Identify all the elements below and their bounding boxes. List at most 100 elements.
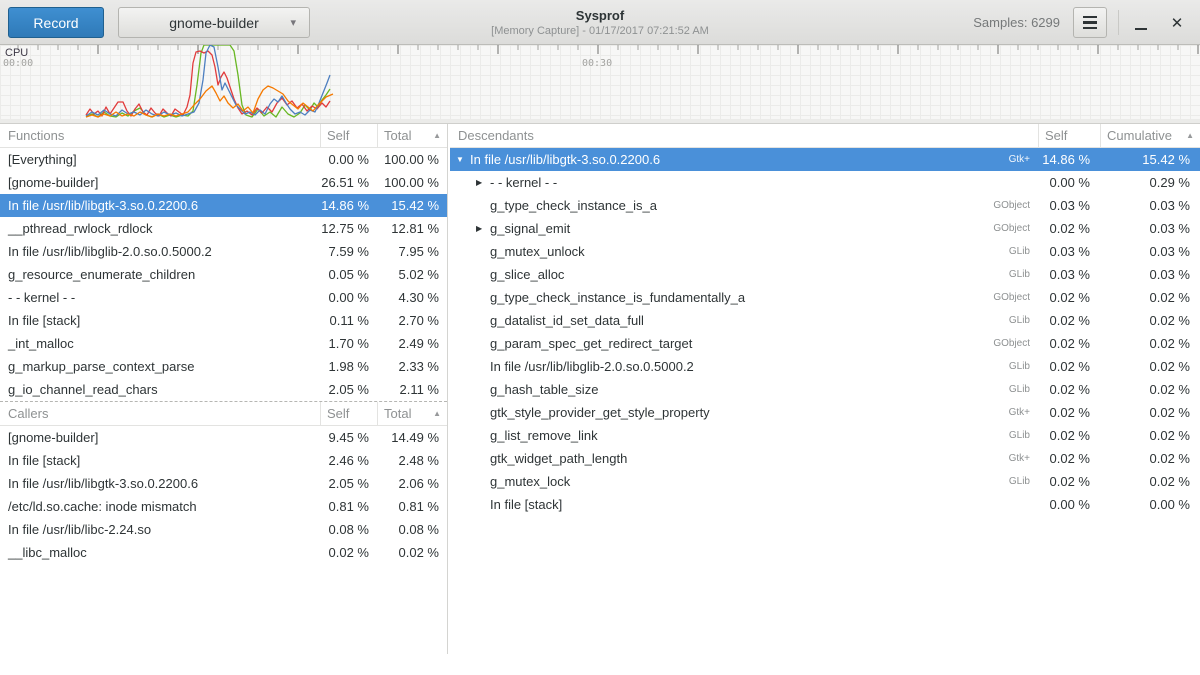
row-name-cell: In file /usr/lib/libglib-2.0.so.0.5000.2… [450, 359, 1038, 374]
table-row[interactable]: __libc_malloc0.02 %0.02 % [0, 541, 447, 564]
row-total-percent: 2.48 % [377, 453, 447, 468]
table-row[interactable]: [gnome-builder]26.51 %100.00 % [0, 171, 447, 194]
row-cumulative-percent: 0.03 % [1100, 198, 1200, 213]
library-tag: GObject [993, 200, 1038, 211]
descendant-row[interactable]: g_list_remove_linkGLib0.02 %0.02 % [450, 424, 1200, 447]
row-self-percent: 26.51 % [320, 175, 377, 190]
row-name: In file [stack] [0, 453, 320, 468]
row-cumulative-percent: 0.03 % [1100, 267, 1200, 282]
header-separator [1118, 10, 1119, 35]
process-selector-value: gnome-builder [169, 15, 259, 31]
column-header-descendants[interactable]: Descendants [450, 124, 1038, 147]
row-self-percent: 0.02 % [1038, 382, 1100, 397]
descendant-row[interactable]: g_mutex_unlockGLib0.03 %0.03 % [450, 240, 1200, 263]
library-tag: GObject [993, 292, 1038, 303]
row-name-cell: In file [stack] [450, 497, 1038, 512]
process-selector-dropdown[interactable]: gnome-builder ▾ [118, 7, 310, 38]
row-total-percent: 12.81 % [377, 221, 447, 236]
descendant-row[interactable]: g_hash_table_sizeGLib0.02 %0.02 % [450, 378, 1200, 401]
row-name-cell: ▶g_signal_emit GObject [450, 221, 1038, 236]
descendant-row[interactable]: g_mutex_lockGLib0.02 %0.02 % [450, 470, 1200, 493]
column-header-total[interactable]: Total ▲ [377, 402, 447, 425]
table-row[interactable]: In file /usr/lib/libglib-2.0.so.0.5000.2… [0, 240, 447, 263]
row-self-percent: 0.03 % [1038, 267, 1100, 282]
row-self-percent: 0.02 % [1038, 336, 1100, 351]
row-self-percent: 1.98 % [320, 359, 377, 374]
descendant-row[interactable]: ▶g_signal_emitGObject0.02 %0.03 % [450, 217, 1200, 240]
descendant-row[interactable]: In file /usr/lib/libglib-2.0.so.0.5000.2… [450, 355, 1200, 378]
table-row[interactable]: g_markup_parse_context_parse1.98 %2.33 % [0, 355, 447, 378]
row-name-cell: g_datalist_id_set_data_fullGLib [450, 313, 1038, 328]
function-name: In file /usr/lib/libgtk-3.so.0.2200.6 [470, 152, 660, 167]
row-cumulative-percent: 0.02 % [1100, 474, 1200, 489]
row-total-percent: 100.00 % [377, 152, 447, 167]
column-header-self[interactable]: Self [320, 402, 377, 425]
table-row[interactable]: /etc/ld.so.cache: inode mismatch0.81 %0.… [0, 495, 447, 518]
function-name: g_type_check_instance_is_fundamentally_a [490, 290, 745, 305]
descendant-row[interactable]: In file [stack]0.00 %0.00 % [450, 493, 1200, 516]
row-self-percent: 0.00 % [320, 152, 377, 167]
cpu-core-red-line [86, 51, 330, 116]
table-row[interactable]: In file [stack]0.11 %2.70 % [0, 309, 447, 332]
table-row[interactable]: - - kernel - -0.00 %4.30 % [0, 286, 447, 309]
row-self-percent: 0.02 % [1038, 221, 1100, 236]
row-name-cell: g_type_check_instance_is_fundamentally_a… [450, 290, 1038, 305]
row-name-cell: g_mutex_lockGLib [450, 474, 1038, 489]
table-row[interactable]: g_io_channel_read_chars2.05 %2.11 % [0, 378, 447, 401]
cpu-core-green-line [86, 45, 330, 117]
descendant-row[interactable]: ▶- - kernel - -0.00 %0.29 % [450, 171, 1200, 194]
table-row[interactable]: [Everything]0.00 %100.00 % [0, 148, 447, 171]
column-header-functions[interactable]: Functions [0, 124, 320, 147]
row-name-cell: g_slice_allocGLib [450, 267, 1038, 282]
descendant-row[interactable]: g_type_check_instance_is_aGObject0.03 %0… [450, 194, 1200, 217]
column-header-self[interactable]: Self [320, 124, 377, 147]
column-header-self[interactable]: Self [1038, 124, 1100, 147]
column-header-cumulative[interactable]: Cumulative ▲ [1100, 124, 1200, 147]
library-tag: GLib [1009, 246, 1038, 257]
function-name: g_mutex_unlock [490, 244, 585, 259]
sort-ascending-icon: ▲ [433, 409, 441, 418]
descendant-row[interactable]: gtk_style_provider_get_style_propertyGtk… [450, 401, 1200, 424]
column-header-callers[interactable]: Callers [0, 402, 320, 425]
row-name-cell: g_mutex_unlock GLib [450, 244, 1038, 259]
expander-closed-icon[interactable]: ▶ [476, 224, 490, 233]
expander-closed-icon[interactable]: ▶ [476, 178, 490, 187]
table-row[interactable]: [gnome-builder]9.45 %14.49 % [0, 426, 447, 449]
library-tag: GObject [993, 223, 1038, 234]
descendant-row[interactable]: g_datalist_id_set_data_fullGLib0.02 %0.0… [450, 309, 1200, 332]
close-button[interactable]: ✕ [1164, 0, 1190, 45]
descendant-row[interactable]: g_slice_allocGLib0.03 %0.03 % [450, 263, 1200, 286]
window-subtitle: [Memory Capture] - 01/17/2017 07:21:52 A… [491, 25, 709, 37]
descendant-row[interactable]: g_type_check_instance_is_fundamentally_a… [450, 286, 1200, 309]
descendant-row[interactable]: gtk_widget_path_lengthGtk+0.02 %0.02 % [450, 447, 1200, 470]
expander-open-icon[interactable]: ▼ [456, 155, 470, 164]
table-row[interactable]: In file /usr/lib/libgtk-3.so.0.2200.614.… [0, 194, 447, 217]
time-label-mid: 00:30 [582, 58, 612, 69]
row-total-percent: 2.06 % [377, 476, 447, 491]
menu-button[interactable] [1073, 7, 1107, 38]
descendant-row[interactable]: ▼In file /usr/lib/libgtk-3.so.0.2200.6Gt… [450, 148, 1200, 171]
table-row[interactable]: In file /usr/lib/libc-2.24.so0.08 %0.08 … [0, 518, 447, 541]
row-cumulative-percent: 0.02 % [1100, 382, 1200, 397]
function-name: gtk_widget_path_length [490, 451, 627, 466]
sort-ascending-icon: ▲ [1186, 131, 1194, 140]
row-self-percent: 2.46 % [320, 453, 377, 468]
table-row[interactable]: In file /usr/lib/libgtk-3.so.0.2200.62.0… [0, 472, 447, 495]
function-name: g_signal_emit [490, 221, 570, 236]
callers-table-body: [gnome-builder]9.45 %14.49 %In file [sta… [0, 426, 447, 564]
time-label-start: 00:00 [3, 58, 33, 69]
table-row[interactable]: _int_malloc1.70 %2.49 % [0, 332, 447, 355]
record-button[interactable]: Record [8, 7, 104, 38]
row-name-cell: g_type_check_instance_is_aGObject [450, 198, 1038, 213]
cpu-timeline-graph[interactable]: CPU 00:00 00:30 [0, 45, 1200, 124]
close-icon: ✕ [1171, 14, 1184, 32]
minimize-button[interactable] [1128, 0, 1154, 45]
table-row[interactable]: g_resource_enumerate_children0.05 %5.02 … [0, 263, 447, 286]
table-row[interactable]: __pthread_rwlock_rdlock12.75 %12.81 % [0, 217, 447, 240]
row-cumulative-percent: 0.02 % [1100, 290, 1200, 305]
row-total-percent: 7.95 % [377, 244, 447, 259]
row-self-percent: 0.03 % [1038, 244, 1100, 259]
table-row[interactable]: In file [stack]2.46 %2.48 % [0, 449, 447, 472]
descendant-row[interactable]: g_param_spec_get_redirect_targetGObject0… [450, 332, 1200, 355]
column-header-total[interactable]: Total ▲ [377, 124, 447, 147]
